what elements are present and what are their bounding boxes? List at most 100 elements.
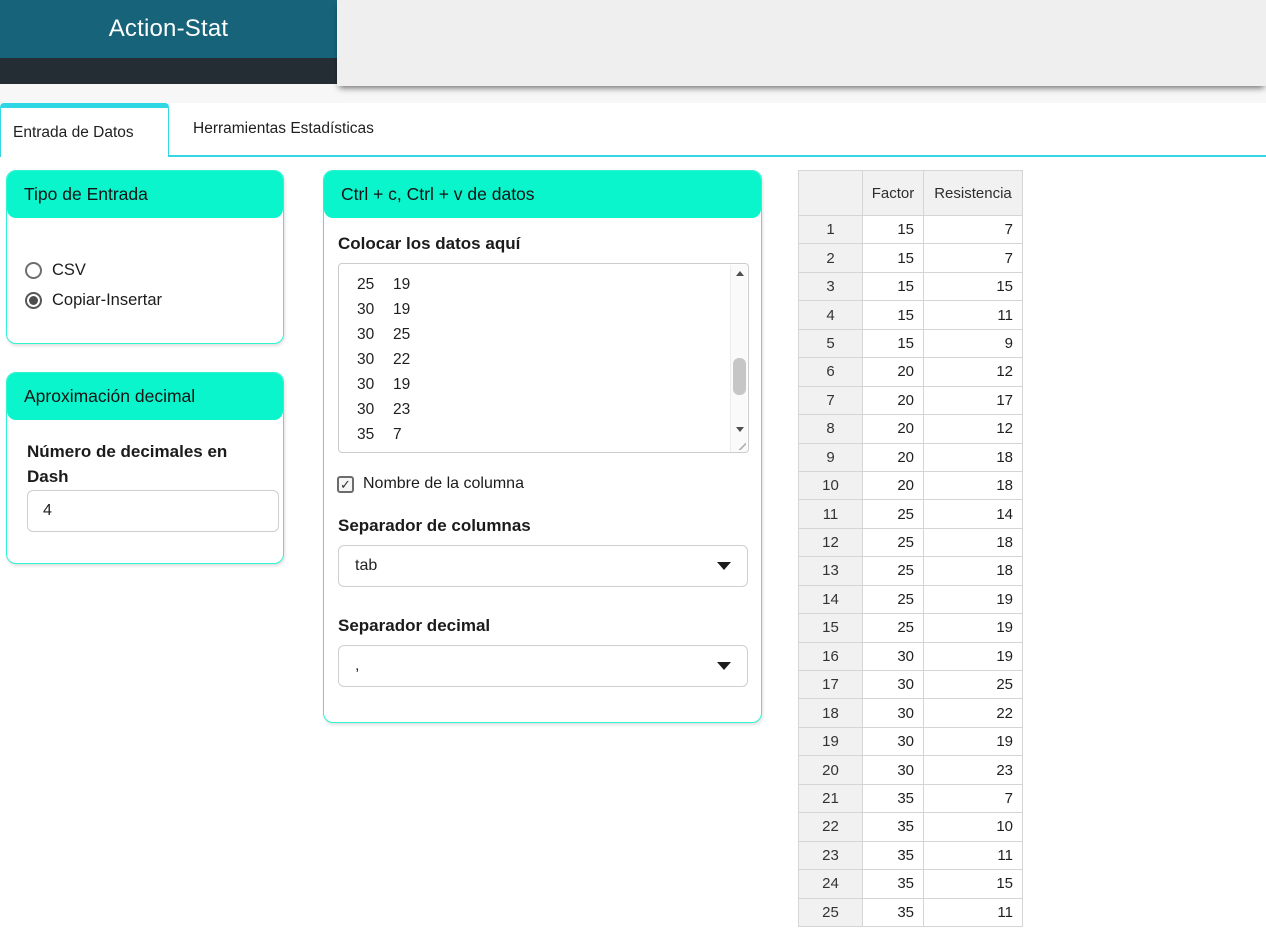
factor-cell[interactable]: 25 [862,613,924,643]
row-index-cell: 7 [798,385,863,416]
factor-cell[interactable]: 20 [862,414,924,444]
factor-cell[interactable]: 35 [862,783,924,814]
resistencia-cell[interactable]: 18 [923,527,1023,558]
column-separator-dropdown[interactable]: tab [338,545,748,587]
resistencia-cell[interactable]: 14 [923,499,1023,529]
resistencia-cell[interactable]: 7 [923,214,1023,245]
factor-cell[interactable]: 20 [862,442,924,472]
radio-icon [25,261,42,279]
column-separator-label: Separador de columnas [338,516,531,535]
factor-cell[interactable]: 25 [862,499,924,529]
row-index-cell: 16 [798,641,863,672]
resistencia-cell[interactable]: 9 [923,328,1023,359]
factor-column-header: Factor [862,170,924,216]
factor-cell[interactable]: 20 [862,357,924,387]
paste-textarea-label: Colocar los datos aquí [338,234,521,253]
row-index-cell: 23 [798,840,863,871]
scrollbar-thumb[interactable] [733,358,746,395]
row-index-cell: 8 [798,414,863,444]
scroll-down-icon[interactable] [731,421,748,438]
factor-cell[interactable]: 15 [862,271,924,302]
resistencia-cell[interactable]: 18 [923,556,1023,586]
textarea-line: 30 23 [357,401,411,418]
resistencia-cell[interactable]: 7 [923,243,1023,273]
factor-cell[interactable]: 35 [862,869,924,899]
resistencia-cell[interactable]: 11 [923,897,1023,927]
resistencia-cell[interactable]: 12 [923,414,1023,444]
decimal-approx-card-title: Aproximación decimal [24,386,196,406]
factor-cell[interactable]: 30 [862,726,924,757]
table-row: 1 15 7 [798,214,1023,245]
factor-cell[interactable]: 35 [862,840,924,871]
factor-cell[interactable]: 15 [862,214,924,245]
app-header-dark-strip [0,58,337,84]
factor-cell[interactable]: 30 [862,669,924,700]
factor-cell[interactable]: 25 [862,584,924,615]
row-index-cell: 15 [798,613,863,643]
decimals-input[interactable] [27,490,279,532]
factor-cell[interactable]: 15 [862,328,924,359]
column-name-checkbox-row[interactable]: ✓ Nombre de la columna [337,474,524,494]
table-row: 4 15 11 [798,300,1023,330]
resistencia-cell[interactable]: 18 [923,442,1023,472]
decimal-separator-dropdown[interactable]: , [338,645,748,687]
table-row: 5 15 9 [798,328,1023,359]
resistencia-cell[interactable]: 11 [923,840,1023,871]
factor-cell[interactable]: 30 [862,755,924,785]
factor-cell[interactable]: 35 [862,812,924,842]
radio-option-csv[interactable]: CSV [25,259,86,281]
input-type-card-title: Tipo de Entrada [24,184,148,204]
resistencia-cell[interactable]: 19 [923,613,1023,643]
tab-label: Herramientas Estadísticas [193,120,374,137]
factor-cell[interactable]: 15 [862,300,924,330]
table-row: 16 30 19 [798,641,1023,672]
table-row: 2 15 7 [798,243,1023,273]
tab-entrada-de-datos[interactable]: Entrada de Datos [0,103,169,157]
input-type-card: Tipo de Entrada CSV Copiar-Insertar [6,170,284,344]
resistencia-cell[interactable]: 25 [923,669,1023,700]
resistencia-cell[interactable]: 15 [923,271,1023,302]
factor-cell[interactable]: 20 [862,385,924,416]
checkbox-label: Nombre de la columna [363,475,524,492]
tab-herramientas-estadisticas[interactable]: Herramientas Estadísticas [170,103,404,155]
resistencia-cell[interactable]: 15 [923,869,1023,899]
paste-data-card-title: Ctrl + c, Ctrl + v de datos [341,184,535,204]
row-index-cell: 13 [798,556,863,586]
factor-cell[interactable]: 30 [862,641,924,672]
top-gray-panel [337,0,1266,86]
scroll-up-icon[interactable] [731,265,748,282]
table-row: 3 15 15 [798,271,1023,302]
factor-cell[interactable]: 15 [862,243,924,273]
factor-cell[interactable]: 25 [862,527,924,558]
row-index-cell: 3 [798,271,863,302]
table-row: 17 30 25 [798,669,1023,700]
resistencia-cell[interactable]: 23 [923,755,1023,785]
resistencia-cell[interactable]: 19 [923,726,1023,757]
resistencia-cell[interactable]: 18 [923,470,1023,501]
radio-option-copiar-insertar[interactable]: Copiar-Insertar [25,289,162,311]
row-index-cell: 5 [798,328,863,359]
resistencia-cell[interactable]: 10 [923,812,1023,842]
factor-cell[interactable]: 30 [862,698,924,728]
radio-label: Copiar-Insertar [52,290,163,309]
radio-label: CSV [52,260,86,279]
textarea-scrollbar[interactable] [730,265,748,452]
factor-cell[interactable]: 25 [862,556,924,586]
resistencia-cell[interactable]: 22 [923,698,1023,728]
textarea-line: 30 22 [357,351,411,368]
resistencia-cell[interactable]: 7 [923,783,1023,814]
resistencia-cell[interactable]: 12 [923,357,1023,387]
resistencia-cell[interactable]: 17 [923,385,1023,416]
row-index-cell: 18 [798,698,863,728]
resistencia-cell[interactable]: 19 [923,641,1023,672]
resistencia-cell[interactable]: 11 [923,300,1023,330]
checkbox-icon[interactable]: ✓ [337,475,354,493]
row-index-cell: 12 [798,527,863,558]
resistencia-cell[interactable]: 19 [923,584,1023,615]
table-row: 7 20 17 [798,385,1023,416]
row-index-cell: 6 [798,357,863,387]
row-index-cell: 4 [798,300,863,330]
factor-cell[interactable]: 20 [862,470,924,501]
paste-data-textarea[interactable]: 2519 2519 3019 3025 3022 3019 3023 357 [338,263,749,453]
factor-cell[interactable]: 35 [862,897,924,927]
